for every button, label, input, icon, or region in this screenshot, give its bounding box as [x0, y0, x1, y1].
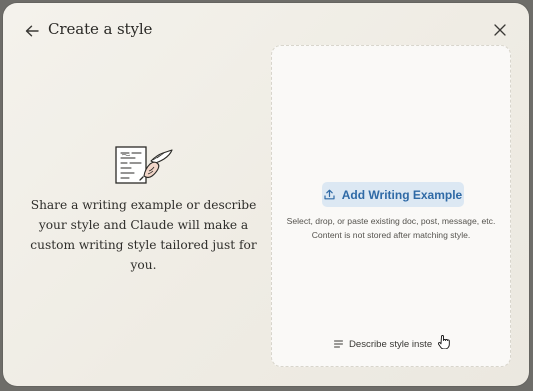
text-lines-icon: [334, 340, 343, 348]
add-writing-example-label: Add Writing Example: [341, 187, 463, 202]
upload-icon: [324, 189, 335, 200]
hint-line-2: Content is not stored after matching sty…: [311, 230, 471, 240]
drop-zone-hint: Select, drop, or paste existing doc, pos…: [272, 214, 510, 242]
hint-line-1: Select, drop, or paste existing doc, pos…: [286, 216, 496, 226]
back-button[interactable]: [22, 22, 42, 40]
describe-style-button[interactable]: Describe style inste: [334, 336, 432, 352]
add-writing-example-button[interactable]: Add Writing Example: [322, 182, 464, 207]
close-button[interactable]: [491, 21, 509, 39]
intro-description: Share a writing example or describe your…: [30, 198, 257, 272]
writing-example-drop-zone[interactable]: Add Writing Example Select, drop, or pas…: [271, 45, 511, 367]
close-icon: [494, 24, 506, 36]
intro-panel: Share a writing example or describe your…: [21, 143, 266, 275]
describe-style-label: Describe style inste: [349, 338, 433, 350]
arrow-left-icon: [25, 25, 39, 37]
writing-hand-illustration: [114, 146, 173, 184]
create-style-dialog: Create a style Share a writing example o…: [3, 3, 529, 386]
hand-cursor-icon: [438, 335, 450, 349]
dialog-title: Create a style: [48, 20, 153, 38]
